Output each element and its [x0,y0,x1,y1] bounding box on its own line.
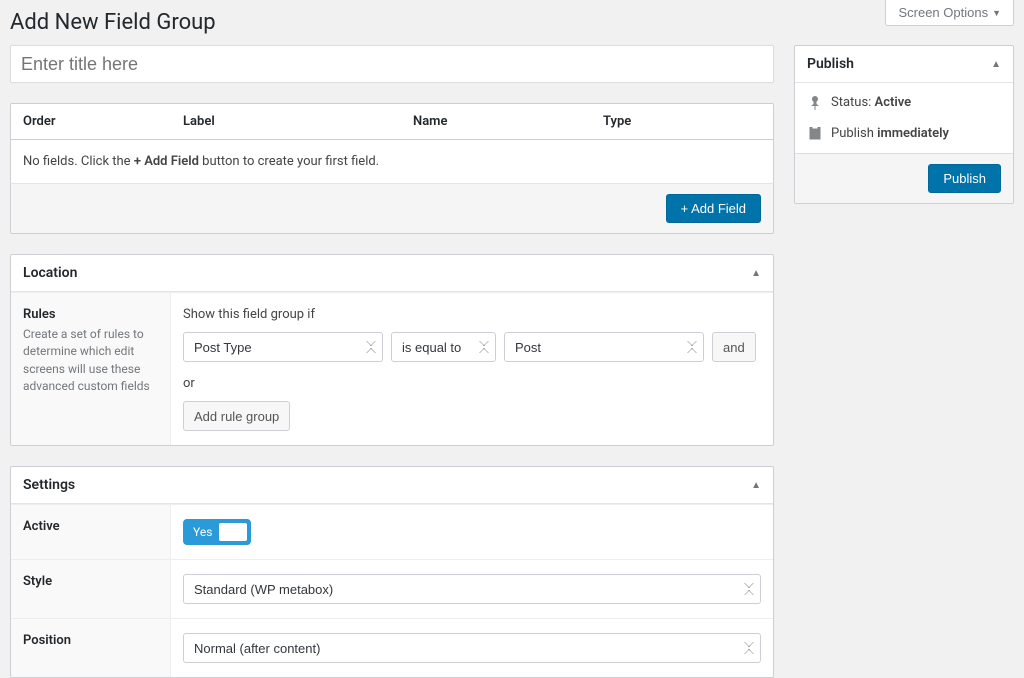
rule-param-select[interactable]: Post Type [183,332,383,362]
style-select[interactable]: Standard (WP metabox) [183,574,761,604]
fields-box: Order Label Name Type No fields. Click t… [10,103,774,234]
rule-value-select[interactable]: Post [504,332,704,362]
rule-and-button[interactable]: and [712,332,756,362]
active-label: Active [23,519,158,534]
collapse-toggle-icon[interactable]: ▲ [751,480,761,491]
add-rule-group-button[interactable]: Add rule group [183,401,290,431]
caret-down-icon: ▼ [992,8,1001,18]
toggle-knob [219,523,247,541]
location-box-title: Location [23,265,77,281]
rule-or-separator: or [183,376,761,391]
col-order: Order [11,104,171,139]
rule-line: Post Type is equal to Post and [183,332,761,362]
location-box: Location ▲ Rules Create a set of rules t… [10,254,774,446]
fields-table-header: Order Label Name Type [10,103,774,140]
rules-label: Rules [23,307,158,322]
page-title: Add New Field Group [0,0,1024,35]
rules-description: Create a set of rules to determine which… [23,326,158,396]
col-label: Label [171,104,401,139]
publish-box-title: Publish [807,56,854,72]
publish-schedule-line: Publish immediately [795,118,1013,149]
screen-options-button[interactable]: Screen Options ▼ [885,0,1014,26]
settings-box: Settings ▲ Active Yes Style Standard (WP… [10,466,774,678]
publish-box: Publish ▲ Status: Active [794,45,1014,204]
pin-icon [807,96,823,110]
collapse-toggle-icon[interactable]: ▲ [751,268,761,279]
settings-box-title: Settings [23,477,75,493]
add-field-button[interactable]: + Add Field [666,194,761,223]
rule-caption: Show this field group if [183,307,761,322]
col-name: Name [401,104,591,139]
collapse-toggle-icon[interactable]: ▲ [991,59,1001,70]
position-label: Position [23,633,158,648]
fields-empty-message: No fields. Click the + Add Field button … [10,140,774,184]
col-type: Type [591,104,773,139]
position-select[interactable]: Normal (after content) [183,633,761,663]
screen-options-label: Screen Options [898,5,988,20]
publish-status-line: Status: Active [795,87,1013,118]
rule-operator-select[interactable]: is equal to [391,332,496,362]
title-input[interactable] [10,45,774,83]
active-toggle[interactable]: Yes [183,519,251,545]
style-label: Style [23,574,158,589]
publish-button[interactable]: Publish [928,164,1001,193]
calendar-icon [807,127,823,141]
